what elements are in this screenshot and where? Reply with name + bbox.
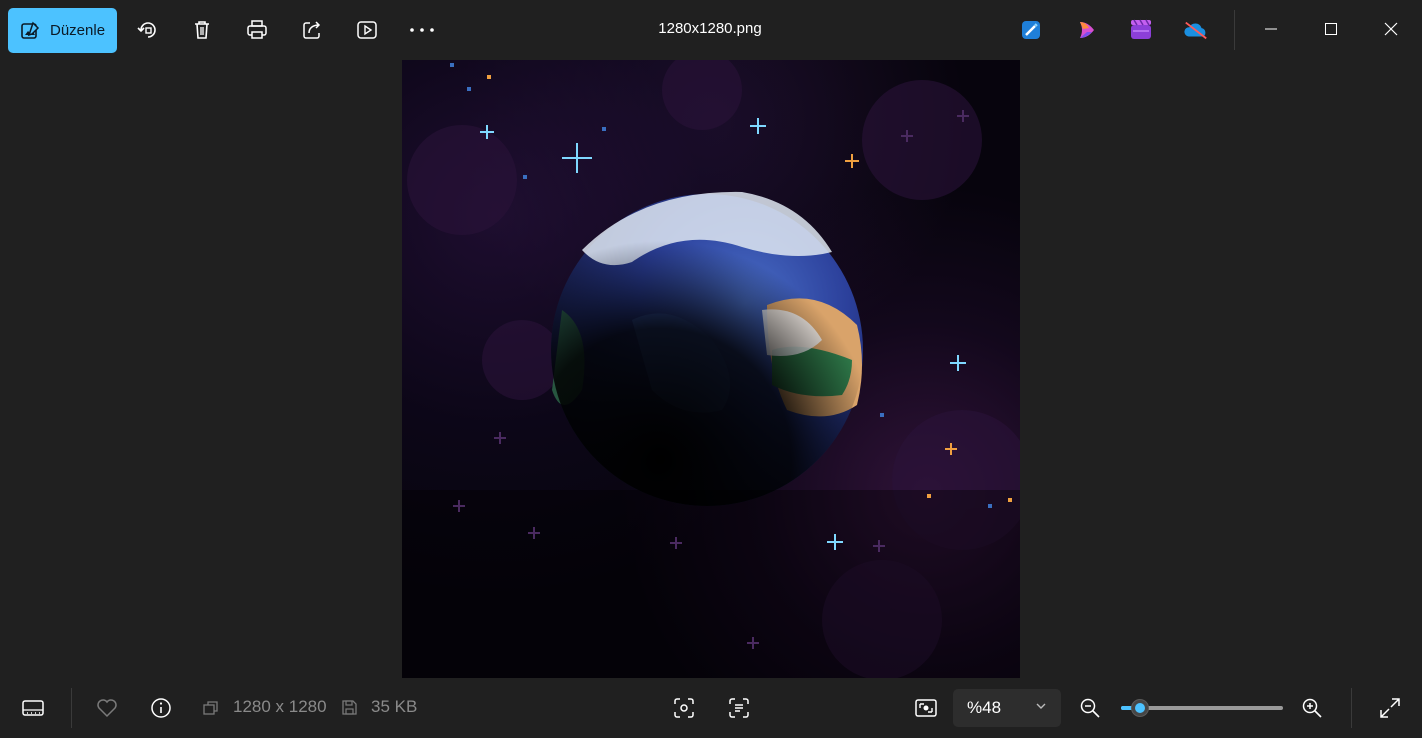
zoom-out-icon[interactable] [1074, 692, 1106, 724]
filmstrip-icon[interactable] [17, 692, 49, 724]
window-title: 1280x1280.png [658, 20, 762, 37]
close-button[interactable] [1362, 0, 1420, 58]
scan-text-icon[interactable] [723, 692, 755, 724]
edit-button-label: Düzenle [50, 22, 106, 39]
image-canvas[interactable] [0, 60, 1422, 678]
slideshow-icon[interactable] [351, 14, 383, 46]
minimize-button[interactable] [1242, 0, 1300, 58]
info-icon[interactable] [145, 692, 177, 724]
onedrive-app-icon[interactable] [1183, 17, 1209, 43]
zoom-slider[interactable] [1121, 699, 1283, 717]
title-bar-divider [1234, 10, 1235, 50]
earth-pixel-art-image [402, 60, 1020, 678]
copilot-app-icon[interactable] [1074, 17, 1100, 43]
maximize-button[interactable] [1302, 0, 1360, 58]
zoom-in-icon[interactable] [1296, 692, 1328, 724]
fit-to-window-icon[interactable] [910, 692, 942, 724]
file-size: 35 KB [371, 697, 418, 716]
status-bar: 1280 x 1280 35 KB %48 [0, 678, 1422, 738]
zoom-level-value: %48 [967, 698, 1002, 717]
photo-editor-app-icon[interactable] [1018, 17, 1044, 43]
image-dimensions: 1280 x 1280 [233, 697, 327, 716]
clipchamp-app-icon[interactable] [1128, 17, 1154, 43]
dimensions-icon [203, 700, 219, 721]
status-bar-divider [71, 688, 72, 728]
maximize-icon [1325, 23, 1337, 35]
close-icon [1384, 22, 1398, 36]
zoom-level-dropdown[interactable]: %48 [953, 689, 1061, 727]
print-icon[interactable] [241, 14, 273, 46]
visual-search-icon[interactable] [668, 692, 700, 724]
favorite-icon[interactable] [91, 692, 123, 724]
earth-pixel-art-artwork [402, 60, 1020, 678]
rotate-icon[interactable] [131, 14, 163, 46]
file-size-icon [342, 700, 357, 720]
more-icon[interactable] [406, 14, 438, 46]
chevron-down-icon [1036, 703, 1046, 709]
edit-button[interactable]: Düzenle [8, 8, 117, 53]
fullscreen-icon[interactable] [1374, 692, 1406, 724]
title-bar: Düzenle 1280x1280.png [0, 0, 1422, 60]
delete-icon[interactable] [186, 14, 218, 46]
minimize-icon [1265, 28, 1277, 30]
share-icon[interactable] [296, 14, 328, 46]
edit-image-icon [21, 21, 40, 39]
zoom-slider-thumb[interactable] [1131, 699, 1150, 717]
status-bar-divider-right [1351, 688, 1352, 728]
